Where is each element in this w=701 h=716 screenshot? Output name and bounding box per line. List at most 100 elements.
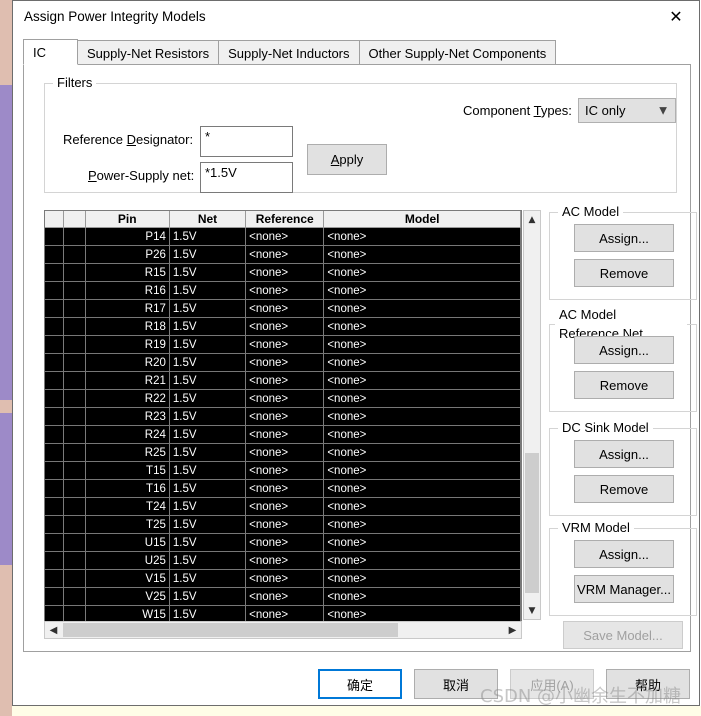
row-marker-cell[interactable] (45, 407, 64, 426)
cell-reference[interactable]: <none> (245, 353, 325, 372)
ok-button[interactable]: 确定 (318, 669, 402, 699)
cell-pin[interactable]: P26 (85, 245, 170, 264)
reference-designator-input[interactable]: * (200, 126, 293, 157)
row-marker-cell[interactable] (45, 299, 64, 318)
row-marker-cell[interactable] (45, 281, 64, 300)
cell-model[interactable]: <none> (323, 407, 521, 426)
cell-reference[interactable]: <none> (245, 479, 325, 498)
table-row[interactable]: R24 1.5V <none> <none> (45, 425, 521, 444)
cell-pin[interactable]: T24 (85, 497, 170, 516)
cell-model[interactable]: <none> (323, 515, 521, 534)
table-row[interactable]: U15 1.5V <none> <none> (45, 533, 521, 552)
table-row[interactable]: T15 1.5V <none> <none> (45, 461, 521, 480)
cell-model[interactable]: <none> (323, 497, 521, 516)
table-row[interactable]: R21 1.5V <none> <none> (45, 371, 521, 390)
scroll-down-button[interactable]: ▼ (524, 602, 540, 619)
cell-net[interactable]: 1.5V (169, 371, 247, 390)
row-indicator-cell[interactable] (63, 533, 86, 552)
row-indicator-cell[interactable] (63, 281, 86, 300)
cell-model[interactable]: <none> (323, 461, 521, 480)
cell-net[interactable]: 1.5V (169, 461, 247, 480)
ac-model-reference-net-remove-button[interactable]: Remove (574, 371, 674, 399)
row-marker-cell[interactable] (45, 353, 64, 372)
row-indicator-cell[interactable] (63, 227, 86, 246)
cell-reference[interactable]: <none> (245, 461, 325, 480)
row-indicator-cell[interactable] (63, 335, 86, 354)
close-button[interactable]: ✕ (653, 1, 699, 32)
cell-model[interactable]: <none> (323, 389, 521, 408)
tab-supply-net-inductors[interactable]: Supply-Net Inductors (218, 40, 360, 65)
cell-reference[interactable]: <none> (245, 497, 325, 516)
cell-reference[interactable]: <none> (245, 281, 325, 300)
cell-net[interactable]: 1.5V (169, 299, 247, 318)
cell-pin[interactable]: R16 (85, 281, 170, 300)
table-row[interactable]: R19 1.5V <none> <none> (45, 335, 521, 354)
row-marker-cell[interactable] (45, 551, 64, 570)
component-types-select[interactable]: IC only ▼ (578, 98, 676, 123)
cell-model[interactable]: <none> (323, 227, 521, 246)
table-header-blank[interactable] (63, 211, 86, 228)
cell-pin[interactable]: R23 (85, 407, 170, 426)
row-indicator-cell[interactable] (63, 407, 86, 426)
row-marker-cell[interactable] (45, 335, 64, 354)
tab-other-supply-net-components[interactable]: Other Supply-Net Components (358, 40, 557, 65)
apply-button[interactable]: 应用(A) (510, 669, 594, 699)
cell-net[interactable]: 1.5V (169, 245, 247, 264)
table-row[interactable]: P26 1.5V <none> <none> (45, 245, 521, 264)
row-marker-cell[interactable] (45, 371, 64, 390)
row-marker-cell[interactable] (45, 587, 64, 606)
cell-pin[interactable]: R18 (85, 317, 170, 336)
row-indicator-cell[interactable] (63, 389, 86, 408)
cell-model[interactable]: <none> (323, 299, 521, 318)
row-indicator-cell[interactable] (63, 317, 86, 336)
cell-reference[interactable]: <none> (245, 299, 325, 318)
cell-reference[interactable]: <none> (245, 551, 325, 570)
cell-reference[interactable]: <none> (245, 587, 325, 606)
row-marker-cell[interactable] (45, 533, 64, 552)
row-marker-cell[interactable] (45, 443, 64, 462)
row-indicator-cell[interactable] (63, 263, 86, 282)
table-row[interactable]: R16 1.5V <none> <none> (45, 281, 521, 300)
cell-net[interactable]: 1.5V (169, 281, 247, 300)
cell-reference[interactable]: <none> (245, 515, 325, 534)
cell-pin[interactable]: R20 (85, 353, 170, 372)
ac-model-remove-button[interactable]: Remove (574, 259, 674, 287)
cell-pin[interactable]: T16 (85, 479, 170, 498)
cell-model[interactable]: <none> (323, 569, 521, 588)
cell-net[interactable]: 1.5V (169, 479, 247, 498)
help-button[interactable]: 帮助 (606, 669, 690, 699)
cell-net[interactable]: 1.5V (169, 443, 247, 462)
cell-net[interactable]: 1.5V (169, 551, 247, 570)
cancel-button[interactable]: 取消 (414, 669, 498, 699)
cell-pin[interactable]: R19 (85, 335, 170, 354)
cell-model[interactable]: <none> (323, 245, 521, 264)
cell-net[interactable]: 1.5V (169, 587, 247, 606)
cell-pin[interactable]: T15 (85, 461, 170, 480)
cell-pin[interactable]: P14 (85, 227, 170, 246)
cell-model[interactable]: <none> (323, 317, 521, 336)
cell-net[interactable]: 1.5V (169, 335, 247, 354)
cell-model[interactable]: <none> (323, 425, 521, 444)
table-row[interactable]: T25 1.5V <none> <none> (45, 515, 521, 534)
cell-pin[interactable]: R25 (85, 443, 170, 462)
row-indicator-cell[interactable] (63, 245, 86, 264)
cell-net[interactable]: 1.5V (169, 317, 247, 336)
cell-pin[interactable]: U25 (85, 551, 170, 570)
table-row[interactable]: R17 1.5V <none> <none> (45, 299, 521, 318)
cell-pin[interactable]: R21 (85, 371, 170, 390)
table-row[interactable]: T24 1.5V <none> <none> (45, 497, 521, 516)
cell-pin[interactable]: R22 (85, 389, 170, 408)
cell-reference[interactable]: <none> (245, 227, 325, 246)
row-indicator-cell[interactable] (63, 425, 86, 444)
cell-model[interactable]: <none> (323, 533, 521, 552)
cell-net[interactable]: 1.5V (169, 497, 247, 516)
cell-model[interactable]: <none> (323, 263, 521, 282)
cell-model[interactable]: <none> (323, 353, 521, 372)
row-indicator-cell[interactable] (63, 371, 86, 390)
row-indicator-cell[interactable] (63, 299, 86, 318)
tab-ic[interactable]: IC (23, 39, 78, 65)
cell-net[interactable]: 1.5V (169, 515, 247, 534)
table-header-reference[interactable]: Reference (245, 211, 325, 228)
cell-net[interactable]: 1.5V (169, 533, 247, 552)
table-row[interactable]: R25 1.5V <none> <none> (45, 443, 521, 462)
